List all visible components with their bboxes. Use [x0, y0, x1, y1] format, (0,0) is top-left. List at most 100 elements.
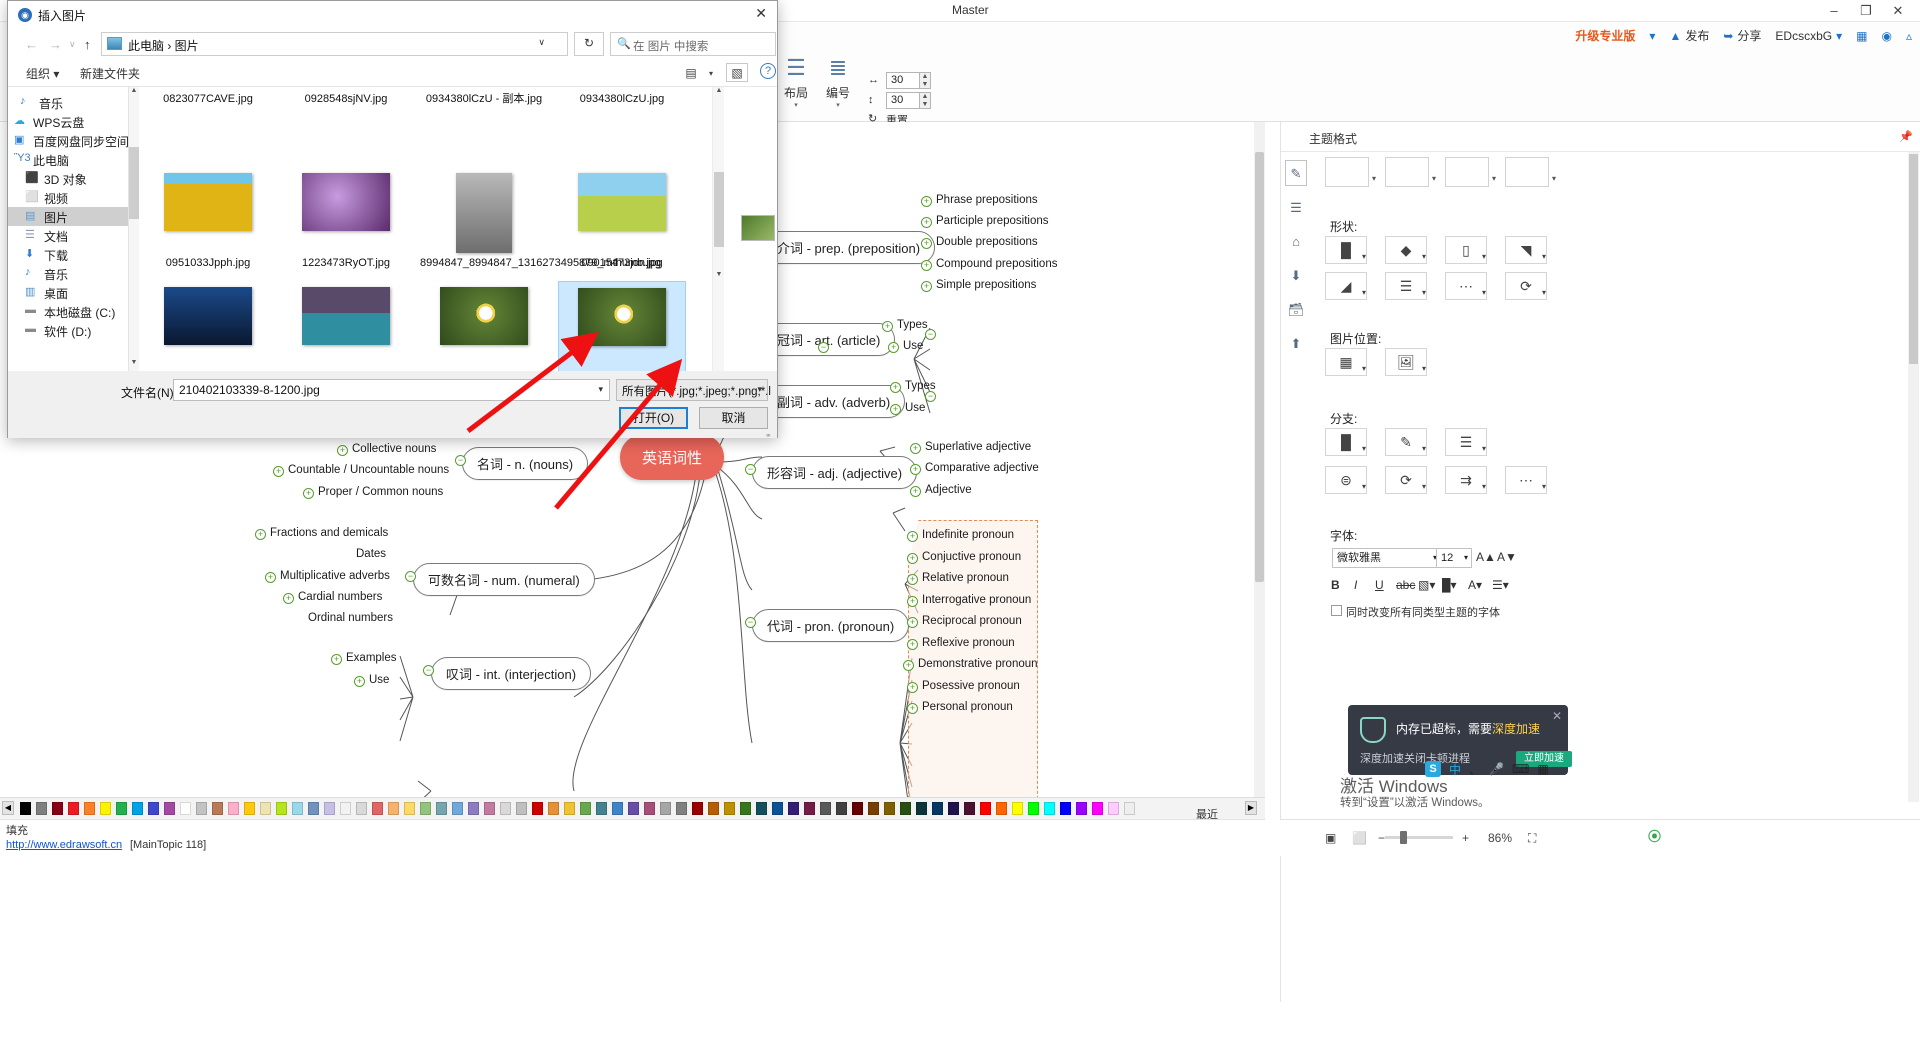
rail-home-icon[interactable]: ⌂ [1285, 228, 1307, 254]
upgrade-pro-button[interactable]: 升级专业版 [1575, 27, 1635, 44]
font-family-select[interactable]: 微软雅黑 ▾ [1332, 548, 1442, 568]
expand-plus-icon[interactable]: + [921, 260, 932, 271]
expand-plus-icon[interactable]: + [273, 466, 284, 477]
fill-color-button[interactable]: █ [1325, 236, 1367, 264]
palette-swatch[interactable] [868, 802, 879, 815]
expand-plus-icon[interactable]: + [921, 281, 932, 292]
palette-swatch[interactable] [628, 802, 639, 815]
chevron-down-icon[interactable]: ▾ [1542, 482, 1546, 491]
chevron-down-icon[interactable]: ▾ [700, 63, 722, 82]
mindmap-leaf[interactable]: Multiplicative adverbs [280, 570, 390, 582]
expand-plus-icon[interactable]: + [337, 445, 348, 456]
branch-style-button[interactable]: ✎ [1385, 428, 1427, 456]
pin-panel-icon[interactable]: 📌 [1899, 130, 1913, 143]
palette-swatch[interactable] [500, 802, 511, 815]
chevron-down-icon[interactable]: ▾ [1372, 174, 1376, 183]
palette-swatch[interactable] [1060, 802, 1071, 815]
mindmap-leaf[interactable]: Compound prepositions [936, 258, 1057, 270]
palette-swatch[interactable] [676, 802, 687, 815]
image-position-left-button[interactable]: ▦ [1325, 348, 1367, 376]
palette-swatch[interactable] [788, 802, 799, 815]
palette-swatch[interactable] [148, 802, 159, 815]
mindmap-leaf[interactable]: Reciprocal pronoun [922, 615, 1022, 627]
expand-plus-icon[interactable]: + [907, 617, 918, 628]
zoom-slider-knob[interactable] [1400, 831, 1407, 844]
publish-button[interactable]: ▲ 发布 [1669, 27, 1709, 44]
vertical-spacing-input[interactable]: 30 [886, 92, 920, 109]
palette-swatch[interactable] [916, 802, 927, 815]
file-item[interactable]: 1223473RyOT.jpg [282, 167, 410, 277]
file-item[interactable]: 0951033Jpph.jpg [144, 167, 272, 277]
theme-thumbnail-1[interactable] [1325, 157, 1369, 187]
palette-swatch[interactable] [196, 802, 207, 815]
decrease-font-size-button[interactable]: A▼ [1497, 550, 1517, 564]
mindmap-leaf[interactable]: Fractions and demicals [270, 527, 388, 539]
mindmap-leaf[interactable]: Interrogative pronoun [922, 594, 1031, 606]
file-list[interactable]: 0823077CAVE.jpg 0928548sjNV.jpg 0934380lCz… [140, 87, 712, 371]
theme-thumbnail-4[interactable] [1505, 157, 1549, 187]
palette-swatch[interactable] [228, 802, 239, 815]
rail-export-icon[interactable]: ⬆ [1285, 330, 1307, 356]
highlight-color-button[interactable]: ▧▾ [1418, 578, 1435, 592]
palette-swatch[interactable] [468, 802, 479, 815]
mindmap-leaf[interactable]: Dates [356, 548, 386, 560]
vertical-spacing-stepper[interactable]: ▲ ▼ [920, 92, 931, 109]
horizontal-spacing-input[interactable]: 30 [886, 72, 920, 89]
palette-swatch[interactable] [484, 802, 495, 815]
palette-swatch[interactable] [1012, 802, 1023, 815]
shape-more-button[interactable]: ◥ [1505, 236, 1547, 264]
palette-swatch[interactable] [932, 802, 943, 815]
mindmap-leaf[interactable]: Comparative adjective [925, 462, 1039, 474]
image-position-top-button[interactable]: 🖼 [1385, 348, 1427, 376]
palette-swatch[interactable] [276, 802, 287, 815]
nav-item-2[interactable]: ▣ 百度网盘同步空间 [8, 131, 128, 150]
file-item[interactable]: 09015473jon.jpg [558, 167, 686, 277]
expand-plus-icon[interactable]: + [907, 574, 918, 585]
refresh-button[interactable]: ↻ [574, 32, 604, 56]
palette-swatch[interactable] [756, 802, 767, 815]
rail-list-icon[interactable]: ☰ [1285, 194, 1307, 220]
palette-swatch[interactable] [372, 802, 383, 815]
ime-chinese-icon[interactable]: 中 [1449, 761, 1461, 778]
palette-swatch[interactable] [132, 802, 143, 815]
rail-theme-icon[interactable]: ✎ [1285, 160, 1307, 186]
chevron-down-icon[interactable]: ▾ [1422, 364, 1426, 373]
font-size-select[interactable]: 12 ▾ [1436, 548, 1472, 568]
palette-swatch[interactable] [52, 802, 63, 815]
maximize-button[interactable]: ❐ [1852, 2, 1880, 20]
mindmap-leaf[interactable]: Types [897, 319, 928, 331]
chevron-down-icon[interactable]: ▾ [1362, 444, 1366, 453]
cancel-button[interactable]: 取消 [699, 407, 768, 429]
line-dash-button[interactable]: ⋯ [1445, 272, 1487, 300]
underline-button[interactable]: U [1375, 578, 1384, 592]
keyboard-icon[interactable]: ⌨ [1512, 762, 1529, 776]
palette-swatch[interactable] [116, 802, 127, 815]
mindmap-leaf[interactable]: Conjuctive pronoun [922, 551, 1021, 563]
palette-swatch[interactable] [404, 802, 415, 815]
nav-scroll-thumb[interactable] [129, 147, 139, 219]
mindmap-node-pron[interactable]: 代词 - pron. (pronoun) [752, 609, 910, 642]
expand-plus-icon[interactable]: + [882, 321, 893, 332]
palette-swatch[interactable] [436, 802, 447, 815]
expand-plus-icon[interactable]: + [283, 593, 294, 604]
file-item[interactable]: 210402103339-8.jpg [420, 281, 548, 371]
bold-button[interactable]: B [1331, 578, 1340, 592]
expand-plus-icon[interactable]: + [331, 654, 342, 665]
nav-pane-scrollbar[interactable]: ▲ ▼ [129, 87, 139, 371]
preview-pane-toggle-icon[interactable]: ▧ [726, 63, 748, 82]
nav-item-12[interactable]: ▬ 软件 (D:) [8, 321, 128, 340]
mindmap-leaf[interactable]: Double prepositions [936, 236, 1038, 248]
expand-plus-icon[interactable]: + [890, 382, 901, 393]
apps-grid-icon[interactable]: ▦ [1537, 762, 1548, 776]
shape-style-button[interactable]: ◆ [1385, 236, 1427, 264]
help-icon[interactable]: ◉ [1881, 29, 1891, 43]
palette-scroll-right[interactable]: ▶ [1245, 801, 1257, 815]
palette-swatch[interactable] [388, 802, 399, 815]
palette-swatch[interactable] [612, 802, 623, 815]
mindmap-leaf[interactable]: Reflexive pronoun [922, 637, 1015, 649]
canvas-scroll-thumb[interactable] [1255, 152, 1264, 582]
fullscreen-icon[interactable]: ⬜ [1352, 831, 1367, 845]
palette-swatch[interactable] [836, 802, 847, 815]
chevron-down-icon[interactable]: ▾ [1362, 482, 1366, 491]
palette-swatch[interactable] [948, 802, 959, 815]
